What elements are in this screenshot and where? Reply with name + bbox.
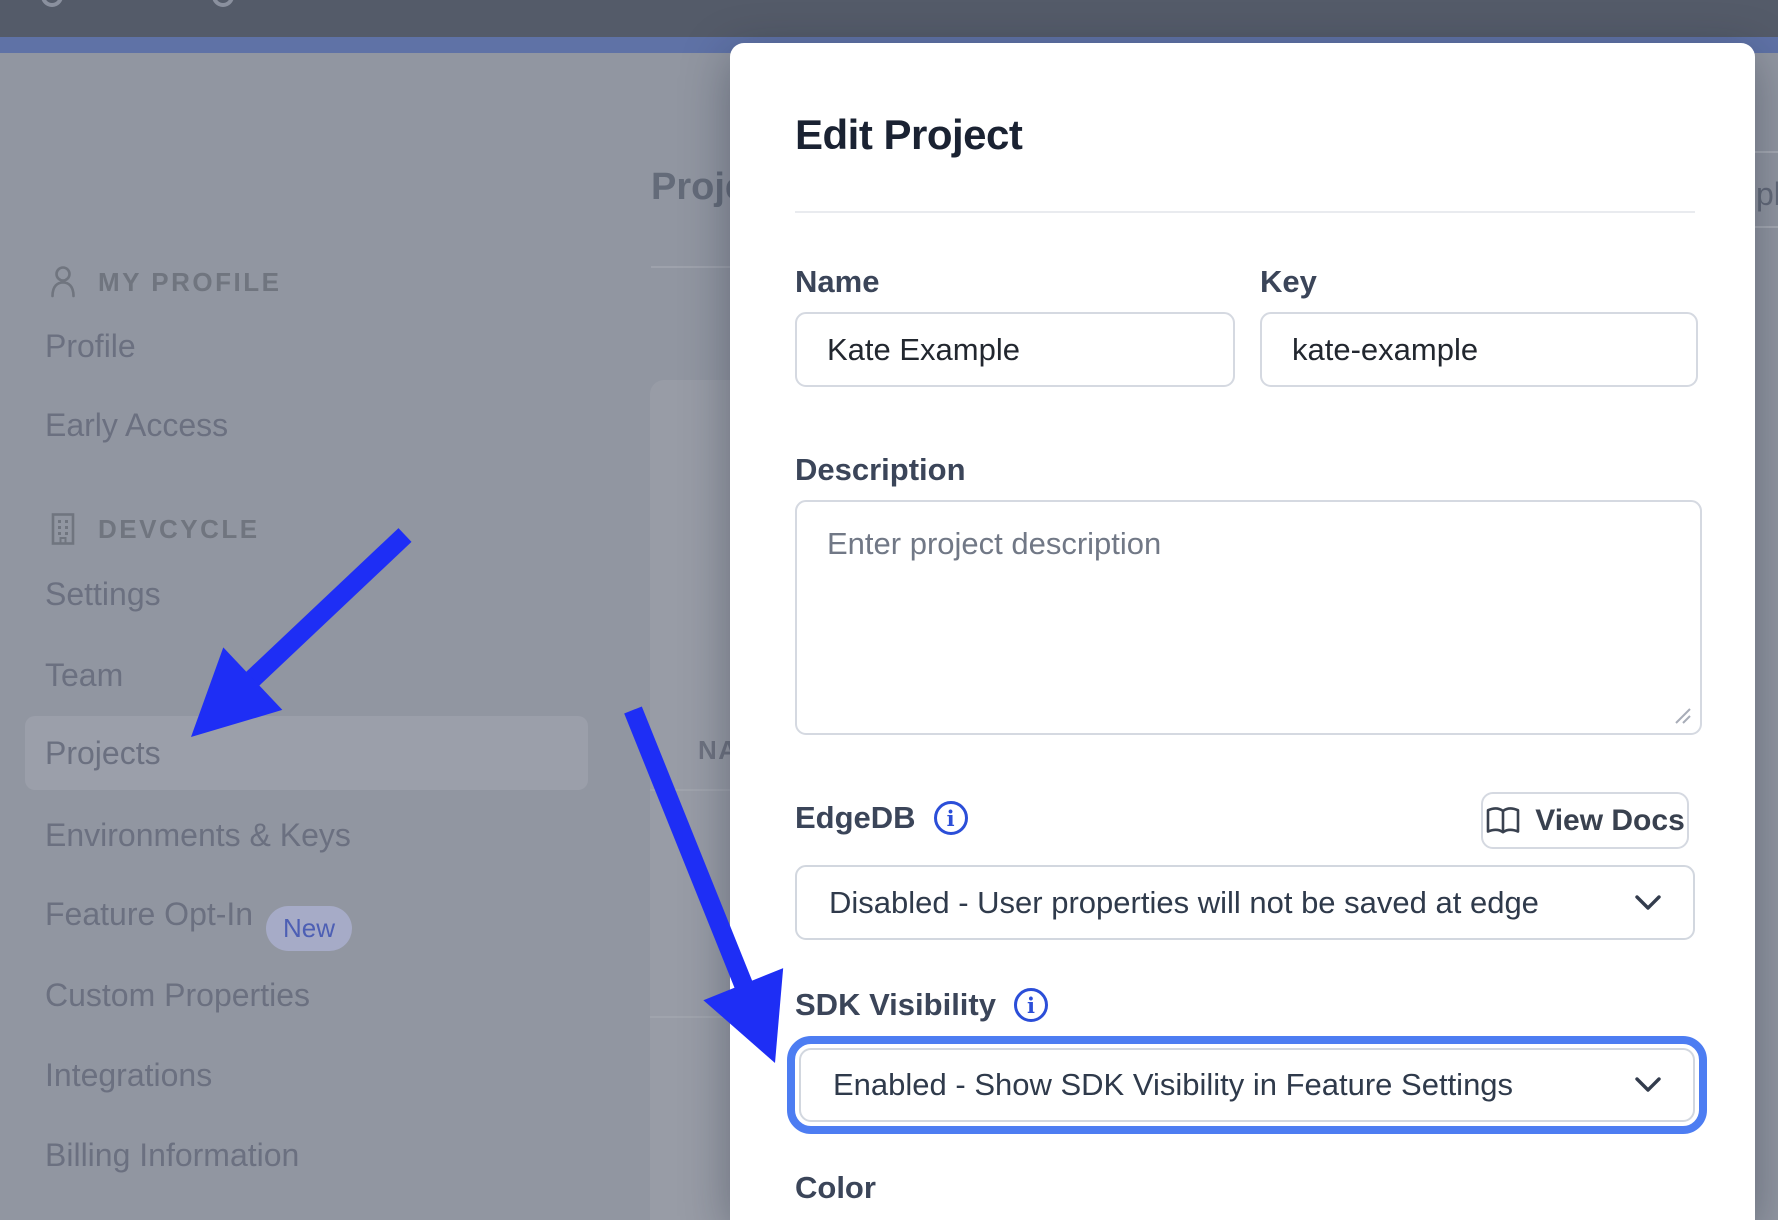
sidebar-item-integrations[interactable]: Integrations: [45, 1055, 212, 1095]
sidebar-item-early-access[interactable]: Early Access: [45, 405, 228, 445]
edit-project-modal: Edit Project Name Key Description EdgeDB…: [730, 43, 1755, 1220]
info-icon[interactable]: i: [1014, 988, 1048, 1022]
page-header-divider: [651, 266, 734, 268]
clipped-nav-glyph: [212, 0, 234, 7]
view-docs-button[interactable]: View Docs: [1481, 792, 1689, 849]
sidebar-item-profile[interactable]: Profile: [45, 326, 136, 366]
new-badge: New: [266, 906, 352, 951]
sidebar-item-team[interactable]: Team: [45, 655, 123, 695]
edgedb-selected-value: Disabled - User properties will not be s…: [797, 885, 1609, 921]
sdk-visibility-select-focused[interactable]: Enabled - Show SDK Visibility in Feature…: [799, 1048, 1695, 1122]
name-input[interactable]: [795, 312, 1235, 387]
name-label: Name: [795, 264, 879, 300]
key-input[interactable]: [1260, 312, 1698, 387]
sdk-visibility-label: SDK Visibility: [795, 987, 996, 1023]
projects-table-card: NA: [650, 380, 734, 1220]
sdk-visibility-selected-value: Enabled - Show SDK Visibility in Feature…: [801, 1067, 1583, 1103]
sidebar-item-projects[interactable]: Projects: [45, 733, 161, 773]
info-icon[interactable]: i: [934, 801, 968, 835]
sidebar-section-devcycle: DEVCYCLE: [50, 513, 260, 545]
modal-title: Edit Project: [795, 111, 1022, 159]
edgedb-select[interactable]: Disabled - User properties will not be s…: [795, 865, 1695, 940]
key-label: Key: [1260, 264, 1317, 300]
clipped-control-border: [1755, 226, 1778, 228]
modal-title-divider: [795, 211, 1695, 213]
sidebar-item-environments-keys[interactable]: Environments & Keys: [45, 815, 351, 855]
building-icon: [50, 513, 76, 545]
book-icon: [1485, 806, 1521, 836]
sidebar-item-billing-information[interactable]: Billing Information: [45, 1135, 299, 1175]
description-textarea[interactable]: [795, 500, 1702, 735]
clipped-right-text: ple: [1756, 176, 1778, 213]
description-label: Description: [795, 452, 966, 488]
edgedb-label: EdgeDB: [795, 800, 916, 836]
sidebar-section-label: MY PROFILE: [98, 267, 281, 298]
chevron-down-icon: [1635, 1077, 1661, 1093]
sidebar-section-my-profile: MY PROFILE: [50, 265, 281, 299]
sidebar-item-feature-opt-in[interactable]: Feature Opt-In: [45, 894, 253, 934]
sidebar-item-settings[interactable]: Settings: [45, 574, 161, 614]
color-label: Color: [795, 1170, 876, 1206]
clipped-control-border: [1755, 151, 1778, 153]
resize-grip-icon[interactable]: [1672, 705, 1692, 725]
person-icon: [50, 265, 76, 299]
chevron-down-icon: [1635, 895, 1661, 911]
sidebar-section-label: DEVCYCLE: [98, 514, 260, 545]
edgedb-label-row: EdgeDB i: [795, 800, 968, 836]
top-nav-bar: [0, 0, 1778, 37]
view-docs-label: View Docs: [1535, 804, 1685, 838]
clipped-nav-glyph: [41, 0, 63, 7]
sidebar-item-custom-properties[interactable]: Custom Properties: [45, 975, 310, 1015]
sdk-visibility-label-row: SDK Visibility i: [795, 987, 1048, 1023]
